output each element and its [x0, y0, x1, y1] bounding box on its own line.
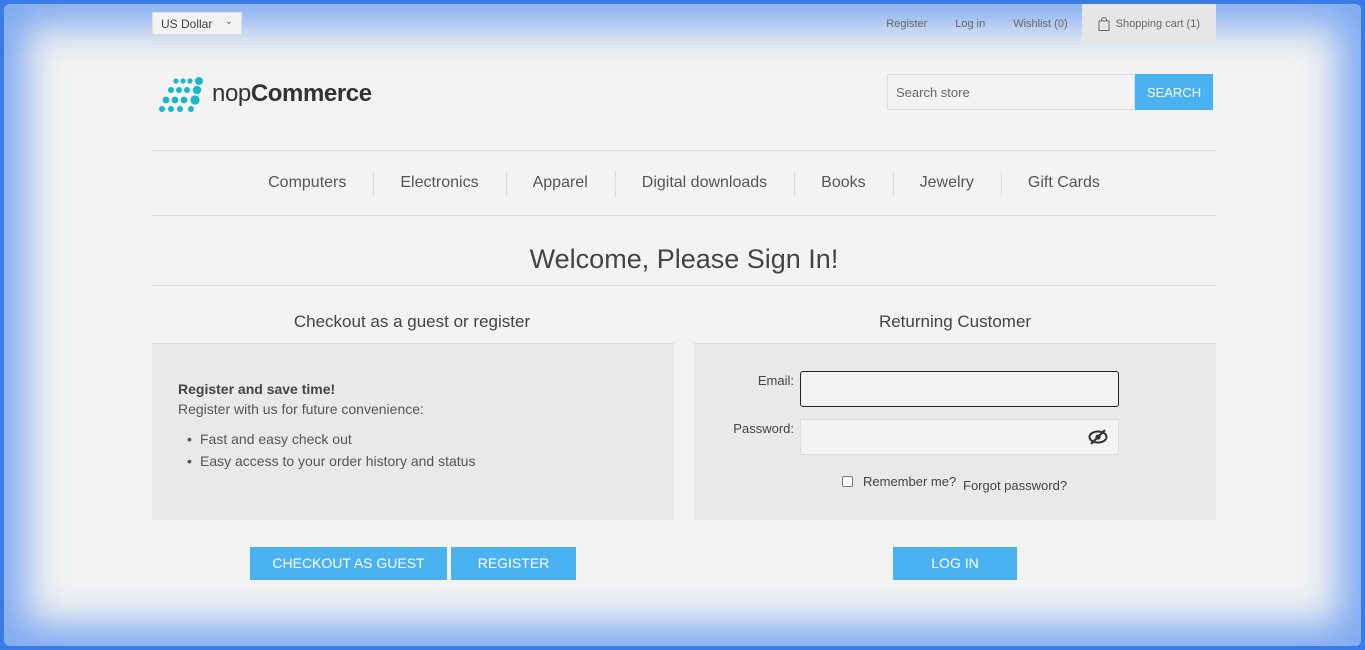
login-button[interactable]: LOG IN [893, 547, 1017, 580]
register-link[interactable]: Register [886, 18, 927, 30]
currency-label: US Dollar [161, 17, 213, 31]
guest-section-title: Checkout as a guest or register [293, 312, 531, 331]
browser-frame: US Dollar ⌄ Register Log in Wishlist (0)… [0, 0, 1365, 650]
header-links-bar: US Dollar ⌄ Register Log in Wishlist (0)… [152, 4, 1216, 44]
header-links: Register Log in Wishlist (0) Shopping ca… [858, 4, 1216, 44]
top-menu: Computers Electronics Apparel Digital do… [152, 150, 1216, 216]
email-field[interactable] [800, 371, 1119, 407]
register-button[interactable]: REGISTER [451, 547, 576, 580]
shopping-cart-link[interactable]: Shopping cart (1) [1081, 4, 1216, 44]
login-link[interactable]: Log in [955, 18, 985, 30]
search-box: SEARCH [887, 74, 1213, 110]
menu-item-electronics[interactable]: Electronics [373, 171, 505, 197]
shopping-bag-icon [1098, 17, 1110, 31]
list-item: Fast and easy check out [187, 431, 648, 447]
remember-me: Remember me? [842, 474, 956, 489]
eye-slash-icon[interactable] [1088, 429, 1108, 445]
currency-selector[interactable]: US Dollar ⌄ [152, 12, 242, 35]
chevron-down-icon: ⌄ [224, 16, 233, 27]
remember-me-label: Remember me? [863, 474, 957, 489]
login-panel: Email: Password: Remember me? Forgot pas… [694, 343, 1216, 520]
menu-item-gift-cards[interactable]: Gift Cards [1000, 171, 1127, 197]
menu-item-jewelry[interactable]: Jewelry [892, 171, 1001, 197]
forgot-password-link[interactable]: Forgot password? [963, 478, 1067, 493]
menu-item-apparel[interactable]: Apparel [505, 171, 615, 197]
search-input[interactable] [887, 74, 1135, 110]
menu-item-digital-downloads[interactable]: Digital downloads [614, 171, 794, 197]
page: US Dollar ⌄ Register Log in Wishlist (0)… [4, 4, 1361, 646]
cart-label: Shopping cart (1) [1115, 18, 1200, 30]
checkout-as-guest-button[interactable]: CHECKOUT AS GUEST [250, 547, 447, 580]
logo-dots-icon [159, 77, 203, 112]
search-button[interactable]: SEARCH [1135, 74, 1213, 110]
register-benefits-list: Fast and easy check out Easy access to y… [178, 431, 648, 469]
menu-item-computers[interactable]: Computers [241, 174, 373, 192]
logo-brand: Commerce [250, 80, 372, 107]
guest-register-panel: Register and save time! Register with us… [152, 343, 674, 520]
store-logo[interactable]: nopCommerce [156, 76, 372, 112]
remember-me-checkbox[interactable] [842, 476, 853, 487]
password-label: Password: [733, 421, 794, 436]
email-label: Email: [757, 373, 794, 388]
register-heading: Register and save time! [178, 381, 336, 397]
wishlist-link[interactable]: Wishlist (0) [1013, 18, 1067, 30]
logo-prefix: nop [212, 80, 251, 107]
logo-wordmark: nopCommerce [212, 80, 372, 108]
menu-item-books[interactable]: Books [794, 171, 892, 197]
returning-section-title: Returning Customer [878, 312, 1032, 331]
page-title: Welcome, Please Sign In! [152, 244, 1216, 286]
password-field[interactable] [800, 419, 1119, 455]
register-text: Register with us for future convenience: [178, 401, 424, 417]
list-item: Easy access to your order history and st… [187, 453, 648, 469]
